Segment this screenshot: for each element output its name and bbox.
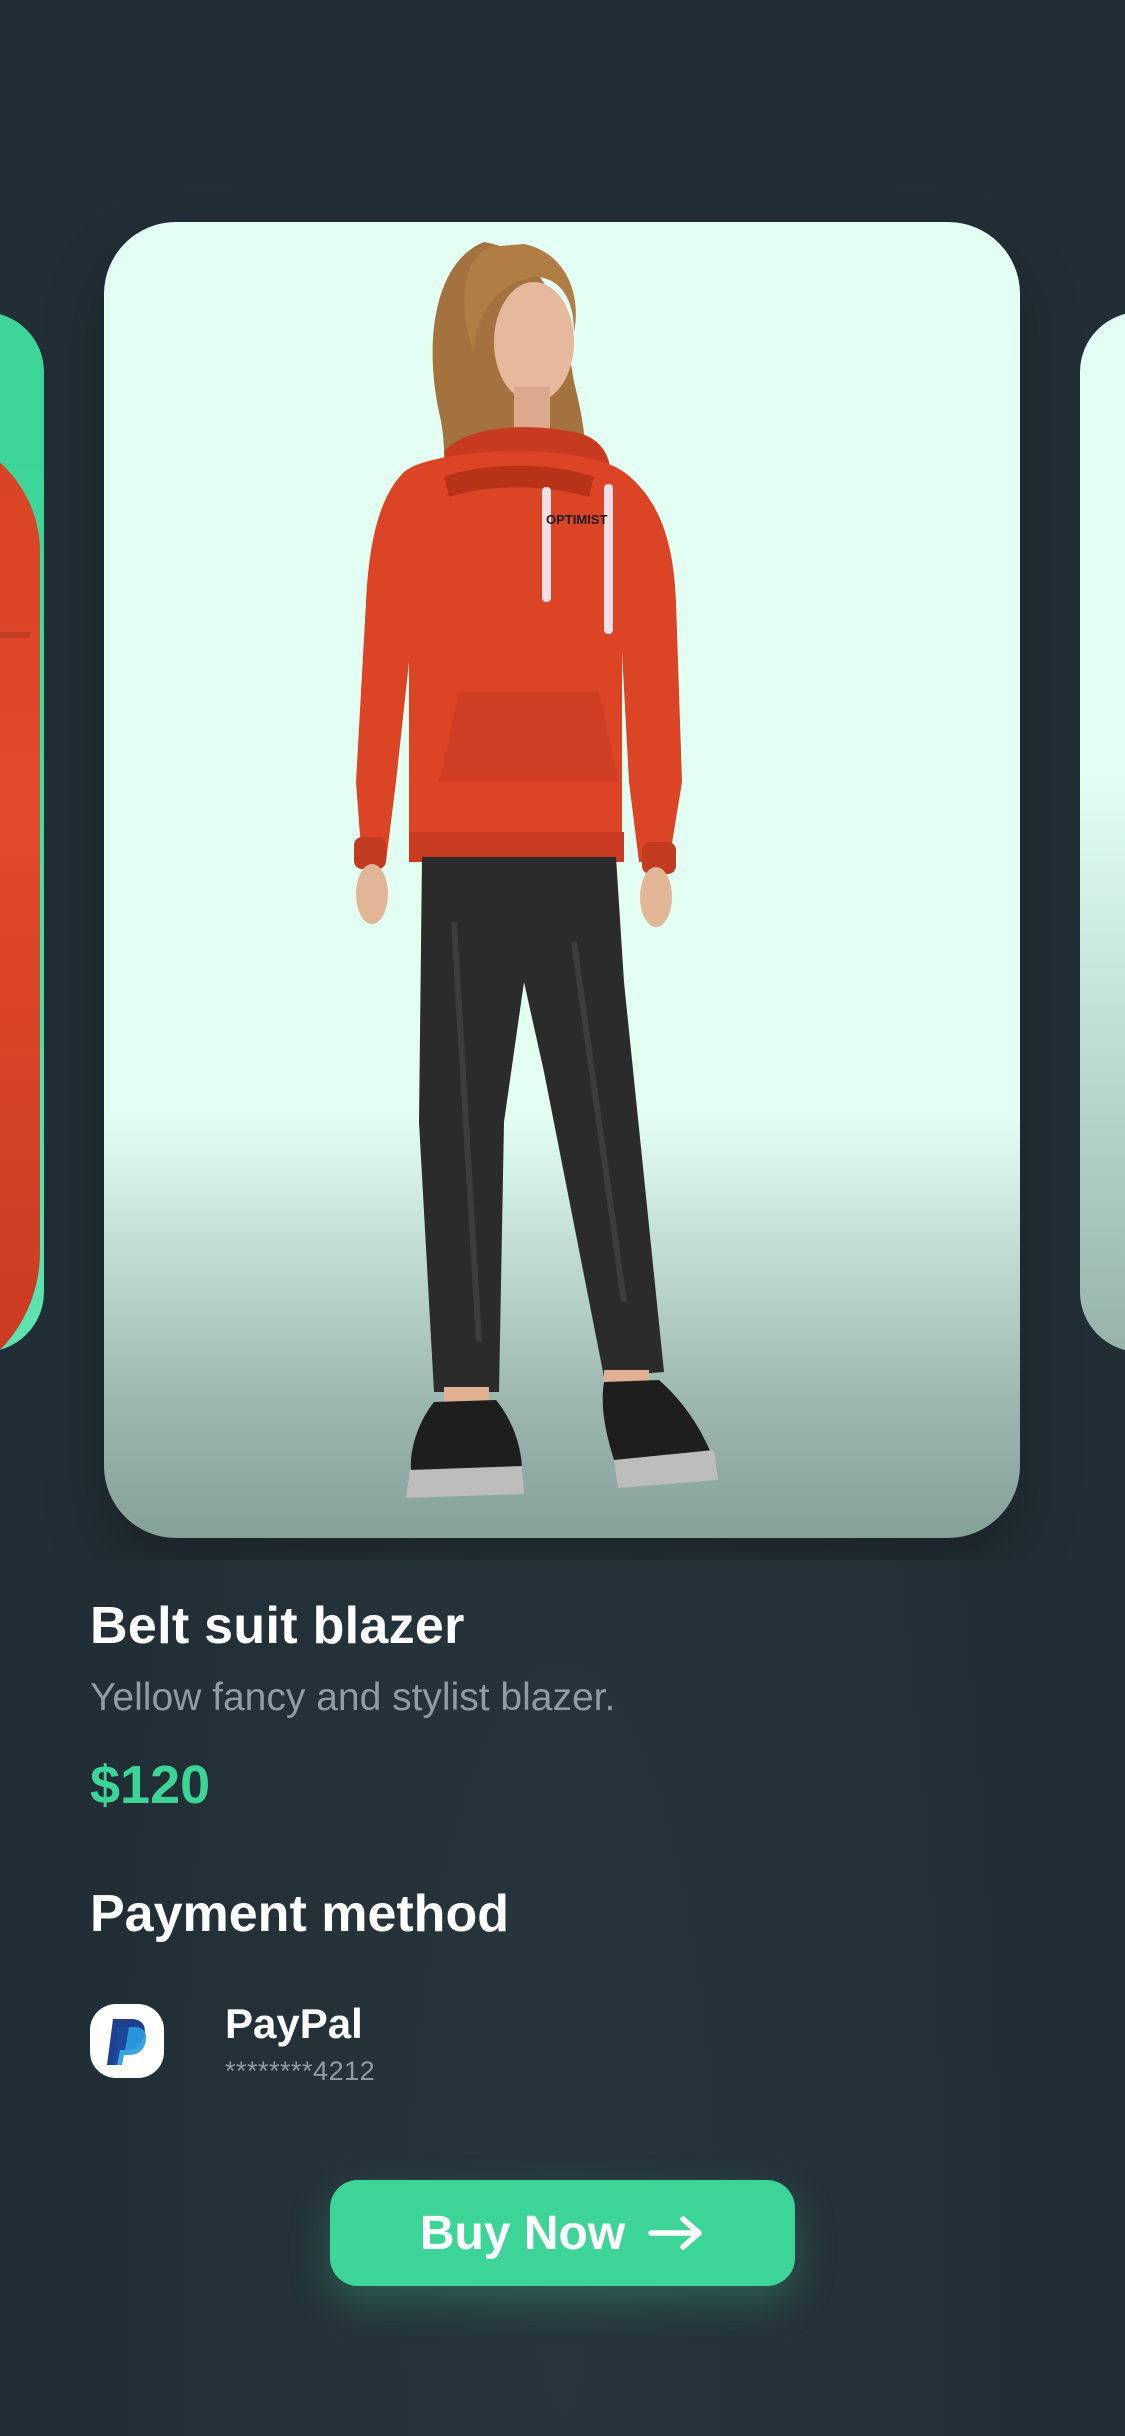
arrow-right-icon xyxy=(648,2216,702,2250)
hoodie-print-text: OPTIMIST xyxy=(546,512,607,527)
buy-now-button[interactable]: Buy Now xyxy=(330,2180,795,2286)
product-carousel[interactable]: OPTIMIST xyxy=(0,0,1125,1560)
product-description: Yellow fancy and stylist blazer. xyxy=(90,1676,616,1719)
product-price: $120 xyxy=(90,1755,211,1815)
buy-now-label: Buy Now xyxy=(419,2206,626,2260)
carousel-card-current[interactable]: OPTIMIST xyxy=(104,222,1020,1538)
payment-method-name: PayPal xyxy=(225,2000,363,2047)
paypal-icon xyxy=(90,2004,164,2078)
product-title: Belt suit blazer xyxy=(90,1597,465,1655)
payment-method-heading: Payment method xyxy=(90,1885,509,1943)
payment-method-option[interactable]: PayPal ********4212 xyxy=(90,2000,990,2090)
payment-masked-number: ********4212 xyxy=(225,2056,376,2086)
product-image: OPTIMIST xyxy=(354,242,718,1498)
carousel-card-previous[interactable] xyxy=(0,312,44,1352)
carousel-card-next[interactable] xyxy=(1080,312,1125,1352)
product-checkout-screen: OPTIMIST Belt suit blazer Yellow fancy a… xyxy=(0,0,1125,2436)
previous-product-image xyxy=(0,432,40,1352)
